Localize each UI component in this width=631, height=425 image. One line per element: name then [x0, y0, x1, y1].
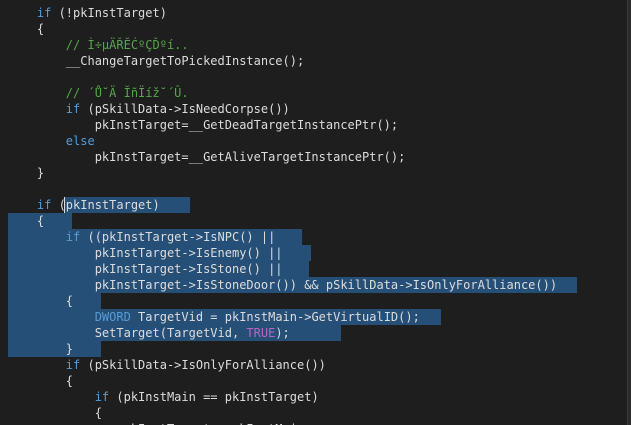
code-line: { — [8, 21, 44, 37]
code-line: pkInstTarget=__GetAliveTargetInstancePtr… — [8, 149, 406, 165]
code-line: { — [8, 405, 102, 421]
code-line: { — [8, 293, 73, 309]
code-line: if (!pkInstTarget) — [8, 5, 167, 21]
code-token: if — [65, 230, 81, 244]
code-token: if — [65, 102, 81, 116]
code-token: (pSkillData->IsNeedCorpse()) — [80, 102, 290, 116]
code-token: { — [8, 406, 102, 420]
code-token: (pkInstTarget) — [51, 198, 160, 212]
code-token: TRUE — [246, 326, 276, 340]
code-token: } — [8, 166, 45, 180]
code-line: pkInstTarget->IsStoneDoor()) && pSkillDa… — [8, 277, 557, 293]
code-token: // Ì÷µÄŘĔĆºÇĎºí.. — [65, 38, 189, 52]
code-token: TargetVid = pkInstMain->GetVirtualID(); — [130, 310, 420, 324]
text-caret — [64, 197, 65, 213]
code-token: pkInstTarget->IsStoneDoor()) && pSkillDa… — [8, 278, 558, 292]
code-line: __ChangeTargetToPickedInstance(); — [8, 53, 304, 69]
code-token: { — [8, 374, 74, 388]
code-token: ); — [275, 326, 290, 340]
code-line: if (pkInstTarget) — [8, 197, 160, 213]
code-line: { — [8, 213, 44, 229]
code-token: { — [8, 294, 74, 308]
code-token: { — [8, 214, 45, 228]
code-line: } — [8, 341, 73, 357]
code-token: // ´Ů˘Ä ĬñÏíž˘´Û. — [65, 86, 189, 100]
code-token: ((pkInstTarget->IsNPC() || — [80, 230, 276, 244]
code-line: pkInstTarget->IsStone() || — [8, 261, 283, 277]
code-token: (!pkInstTarget) — [51, 6, 167, 20]
code-line: } — [8, 165, 44, 181]
code-line: pkInstTarget=__GetDeadTargetInstancePtr(… — [8, 117, 398, 133]
code-token: { — [8, 22, 45, 36]
vertical-scrollbar[interactable] — [627, 0, 631, 425]
code-token: (pSkillData->IsOnlyForAlliance()) — [80, 358, 326, 372]
code-line: // ´Ů˘Ä ĬñÏíž˘´Û. — [8, 85, 189, 101]
code-token: if — [36, 198, 52, 212]
code-token: pkInstTarget=__GetDeadTargetInstancePtr(… — [8, 118, 399, 132]
code-line: // Ì÷µÄŘĔĆºÇĎºí.. — [8, 37, 189, 53]
code-token: if — [36, 6, 52, 20]
code-line: if (pkInstMain == pkInstTarget) — [8, 389, 319, 405]
code-token: pkInstTarget=__GetAliveTargetInstancePtr… — [8, 150, 406, 164]
code-token: (pkInstMain == pkInstTarget) — [109, 390, 319, 404]
code-token: else — [65, 134, 95, 148]
code-line: pkInstTarget = pkInstMain; — [8, 421, 312, 425]
code-token: DWORD — [94, 310, 131, 324]
code-line: DWORD TargetVid = pkInstMain->GetVirtual… — [8, 309, 420, 325]
code-token: SetTarget(TargetVid, — [8, 326, 247, 340]
code-token: } — [8, 342, 74, 356]
code-line: else — [8, 133, 95, 149]
code-token: __ChangeTargetToPickedInstance(); — [8, 54, 305, 68]
code-token: if — [65, 358, 81, 372]
code-line: if (pSkillData->IsOnlyForAlliance()) — [8, 357, 326, 373]
code-line: { — [8, 373, 73, 389]
code-token: pkInstTarget->IsStone() || — [8, 262, 283, 276]
code-line: SetTarget(TargetVid, TRUE); — [8, 325, 290, 341]
code-editor[interactable]: if (!pkInstTarget) { // Ì÷µÄŘĔĆºÇĎºí.. _… — [0, 0, 631, 425]
code-line: pkInstTarget->IsEnemy() || — [8, 245, 283, 261]
code-line: if ((pkInstTarget->IsNPC() || — [8, 229, 276, 245]
code-line: if (pSkillData->IsNeedCorpse()) — [8, 101, 290, 117]
code-token: pkInstTarget->IsEnemy() || — [8, 246, 283, 260]
code-token: if — [94, 390, 110, 404]
